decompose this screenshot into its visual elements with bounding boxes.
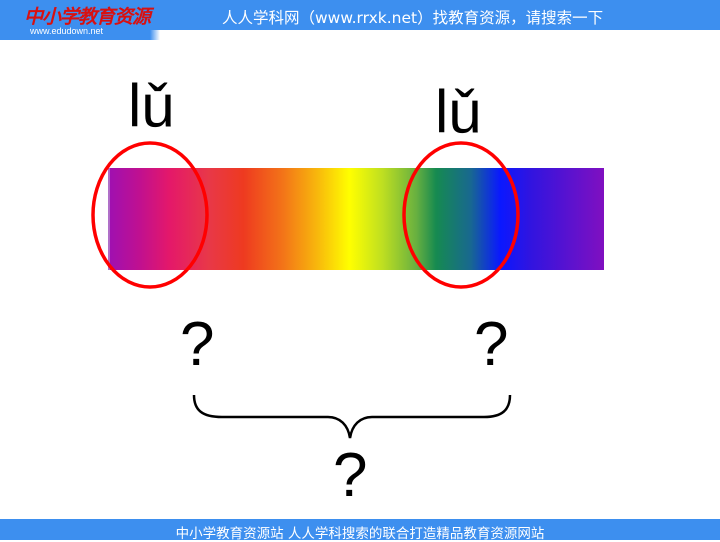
- footer-text: 中小学教育资源站 人人学科搜索的联合打造精品教育资源网站: [175, 526, 545, 542]
- question-mark-bottom: ?: [333, 441, 368, 510]
- red-circle-right: [402, 141, 520, 289]
- question-mark-left: ?: [180, 310, 215, 379]
- curly-brace: [192, 394, 512, 439]
- footer-banner: 中小学教育资源站 人人学科搜索的联合打造精品教育资源网站: [0, 519, 720, 542]
- red-circle-left: [91, 141, 209, 289]
- question-mark-right: ?: [474, 310, 509, 379]
